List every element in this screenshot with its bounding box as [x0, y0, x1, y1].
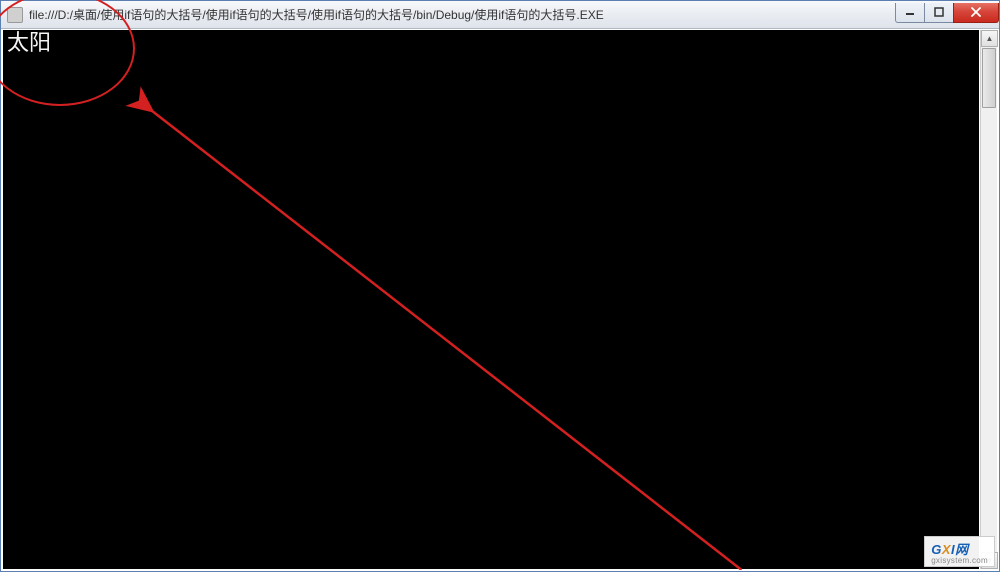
wm-letter-x: X [942, 542, 951, 557]
close-button[interactable] [953, 3, 999, 23]
maximize-icon [934, 7, 944, 17]
console-client-area[interactable]: 太阳 [3, 30, 979, 569]
watermark: GXI网 gxisystem.com [924, 536, 995, 567]
window-title: file:///D:/桌面/使用if语句的大括号/使用if语句的大括号/使用if… [29, 6, 896, 23]
titlebar[interactable]: file:///D:/桌面/使用if语句的大括号/使用if语句的大括号/使用if… [1, 1, 999, 29]
watermark-domain: gxisystem.com [931, 556, 988, 565]
scroll-up-button[interactable]: ▲ [981, 30, 998, 47]
close-icon [970, 7, 982, 17]
minimize-button[interactable] [895, 3, 925, 23]
wm-letter-net: 网 [955, 542, 969, 557]
wm-letter-g: G [931, 542, 942, 557]
console-window: file:///D:/桌面/使用if语句的大括号/使用if语句的大括号/使用if… [0, 0, 1000, 572]
window-controls [896, 3, 999, 23]
console-output-text: 太阳 [7, 32, 51, 56]
app-icon [7, 7, 23, 23]
minimize-icon [905, 7, 915, 17]
vertical-scrollbar[interactable]: ▲ ▼ [980, 30, 997, 569]
scroll-thumb[interactable] [982, 48, 996, 108]
maximize-button[interactable] [924, 3, 954, 23]
